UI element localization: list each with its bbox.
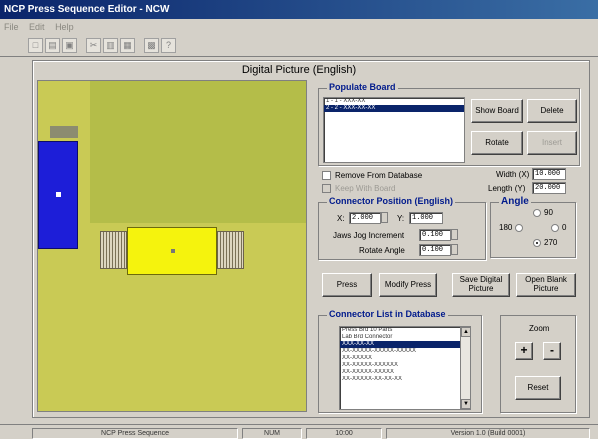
keep-with-board-checkbox[interactable]: [322, 184, 331, 193]
width-label: Width (X): [496, 170, 530, 179]
menu-bar: File Edit Help: [0, 19, 598, 35]
insert-button[interactable]: Insert: [527, 131, 577, 155]
press-button[interactable]: Press: [322, 273, 372, 297]
connector-position-group: Connector Position (English) X: 2.000 Y:…: [318, 196, 486, 260]
show-board-button[interactable]: Show Board: [471, 99, 523, 123]
menu-edit[interactable]: Edit: [29, 22, 45, 32]
populate-board-title: Populate Board: [327, 82, 398, 92]
rotate-button[interactable]: Rotate: [471, 131, 523, 155]
list-item[interactable]: XX-XXXXX-XXXXX-XXXXX: [340, 348, 470, 355]
help-icon[interactable]: ?: [161, 38, 176, 53]
zoom-out-button[interactable]: -: [543, 342, 561, 360]
list-item[interactable]: XX-XXXXX-XXXXX: [340, 369, 470, 376]
angle-group: Angle 90 180 0 270: [490, 196, 576, 258]
jog-increment-field[interactable]: 0.100: [419, 229, 451, 241]
zoom-reset-button[interactable]: Reset: [515, 376, 561, 400]
new-icon[interactable]: □: [28, 38, 43, 53]
list-item[interactable]: XX-XXXXX: [340, 355, 470, 362]
status-version: Version 1.0 (Build 0001): [386, 428, 590, 439]
menu-help[interactable]: Help: [55, 22, 74, 32]
open-icon[interactable]: ▤: [45, 38, 60, 53]
list-item[interactable]: XXX-XX-XX: [340, 341, 470, 348]
list-item[interactable]: XX-XXXXX-XX-XX-XX: [340, 376, 470, 383]
rotate-angle-field[interactable]: 0.100: [419, 244, 451, 256]
zoom-title: Zoom: [529, 324, 550, 333]
y-label: Y:: [397, 214, 405, 223]
digital-picture[interactable]: [37, 80, 307, 412]
toolbar: □ ▤ ▣ ✂ ▥ ▦ ▩ ?: [0, 35, 598, 57]
scroll-down-icon[interactable]: ▼: [461, 399, 470, 409]
rotate-angle-spinner[interactable]: [451, 244, 458, 255]
status-num: NUM: [242, 428, 302, 439]
save-digital-picture-button[interactable]: Save Digital Picture: [452, 273, 510, 297]
length-field[interactable]: 20.000: [532, 182, 566, 194]
keep-with-board-label: Keep With Board: [335, 184, 396, 193]
angle-270-label: 270: [544, 238, 558, 247]
angle-0-label: 0: [562, 223, 567, 232]
page-title: Digital Picture (English): [241, 64, 357, 76]
connector-blue[interactable]: [38, 141, 78, 249]
remove-from-database-checkbox[interactable]: [322, 171, 331, 180]
list-item[interactable]: 1 - 1 - XXX-XX: [324, 98, 464, 105]
connector-small: [50, 126, 78, 138]
connector-list-scrollbar[interactable]: ▲ ▼: [460, 327, 470, 409]
angle-90-radio[interactable]: [533, 209, 541, 217]
populate-board-group: Populate Board 1 - 1 - XXX-XX 2 - 2 - XX…: [318, 82, 580, 166]
list-item[interactable]: Press Brd 10 Parts: [340, 327, 470, 334]
angle-180-label: 180: [499, 223, 513, 232]
connector-list-title: Connector List in Database: [327, 309, 448, 319]
zoom-in-button[interactable]: +: [515, 342, 533, 360]
open-blank-picture-button[interactable]: Open Blank Picture: [516, 273, 576, 297]
status-bar: NCP Press Sequence NUM 10:00 Version 1.0…: [0, 424, 598, 439]
jog-increment-spinner[interactable]: [451, 229, 458, 240]
cut-icon[interactable]: ✂: [86, 38, 101, 53]
x-field[interactable]: 2.000: [349, 212, 381, 224]
connector-list-group: Connector List in Database Press Brd 10 …: [318, 309, 482, 413]
title-bar: NCP Press Sequence Editor - NCW: [0, 0, 598, 19]
connector-yellow[interactable]: [127, 227, 217, 275]
angle-90-label: 90: [544, 208, 553, 217]
width-field[interactable]: 10.000: [532, 168, 566, 180]
scroll-up-icon[interactable]: ▲: [461, 327, 470, 337]
angle-title: Angle: [499, 196, 531, 207]
connector-list[interactable]: Press Brd 10 Parts Lab Brd Connector XXX…: [339, 326, 471, 410]
copy-icon[interactable]: ▥: [103, 38, 118, 53]
list-item[interactable]: 2 - 2 - XXX-XX-XX: [324, 105, 464, 112]
modify-press-button[interactable]: Modify Press: [379, 273, 437, 297]
x-label: X:: [337, 214, 345, 223]
connector-position-title: Connector Position (English): [327, 196, 455, 206]
length-label: Length (Y): [488, 184, 526, 193]
connector-pins-left: [100, 231, 127, 269]
connector-yellow-center: [171, 249, 175, 253]
list-item[interactable]: Lab Brd Connector: [340, 334, 470, 341]
connector-blue-center: [56, 192, 61, 197]
jog-increment-label: Jaws Jog Increment: [333, 231, 405, 240]
y-field[interactable]: 1.000: [409, 212, 443, 224]
angle-0-radio[interactable]: [551, 224, 559, 232]
save-icon[interactable]: ▣: [62, 38, 77, 53]
angle-270-radio[interactable]: [533, 239, 541, 247]
rotate-angle-label: Rotate Angle: [359, 246, 405, 255]
status-app: NCP Press Sequence: [32, 428, 238, 439]
remove-from-database-label: Remove From Database: [335, 171, 423, 180]
menu-file[interactable]: File: [4, 22, 19, 32]
populate-board-list[interactable]: 1 - 1 - XXX-XX 2 - 2 - XXX-XX-XX: [323, 97, 465, 163]
angle-180-radio[interactable]: [515, 224, 523, 232]
paste-icon[interactable]: ▦: [120, 38, 135, 53]
window-title: NCP Press Sequence Editor - NCW: [4, 4, 170, 15]
print-icon[interactable]: ▩: [144, 38, 159, 53]
connector-pins-right: [217, 231, 244, 269]
x-spinner[interactable]: [381, 212, 388, 223]
board-region: [90, 81, 306, 223]
zoom-group: Zoom + - Reset: [500, 315, 576, 413]
delete-button[interactable]: Delete: [527, 99, 577, 123]
list-item[interactable]: XX-XXXXX-XXXXXX: [340, 362, 470, 369]
status-time: 10:00: [306, 428, 382, 439]
